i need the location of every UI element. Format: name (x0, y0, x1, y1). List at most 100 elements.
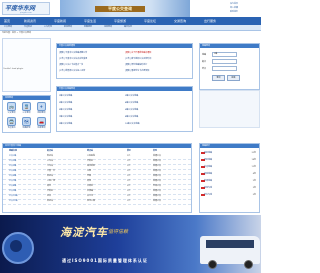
end-input[interactable] (212, 66, 237, 71)
tools-title: 常用查询 (3, 96, 50, 100)
table-row[interactable]: 公交11路 客运站 现河公园 1元 普通公交 (3, 199, 191, 205)
notice-item[interactable]: [通知] 部分线路临时绕行 (125, 63, 147, 66)
car-icon: 🚗 (37, 117, 46, 126)
stat-label[interactable]: 旅游专线 (204, 186, 212, 189)
tool-label: 火车查询 (22, 112, 31, 114)
column-header: 类型 (153, 150, 158, 152)
tool-map[interactable]: 🗺 地图搜索 (20, 117, 33, 131)
tool-train[interactable]: 🚆 火车查询 (20, 102, 33, 116)
subnav-flight[interactable]: 航班查询 (64, 25, 72, 30)
nav-services[interactable]: 出行服务 (204, 17, 216, 25)
bus-window (206, 240, 254, 248)
line-link[interactable]: 9路公交车线路 (59, 122, 72, 125)
line-link[interactable]: 4路公交车线路 (125, 101, 138, 104)
notice-item[interactable]: [公告] 平度市公交站点名称变更 (59, 57, 87, 60)
nav-news[interactable]: 新闻资讯 (24, 17, 36, 25)
subnav-coach[interactable]: 长途客运 (24, 25, 32, 30)
line-name[interactable]: 公交11路 (9, 199, 18, 204)
notice-item[interactable]: [公告] 新能源公交车投入运营 (59, 69, 85, 72)
tool-coach[interactable]: 🚍 长途客运 (5, 117, 18, 131)
line-link[interactable]: 7路公交车线路 (59, 115, 72, 118)
notice-item[interactable]: [通知] 关于开通新线路的通知 (125, 51, 151, 54)
field-label: 终点 (202, 68, 207, 70)
notice-item[interactable]: [通知] 公交IC卡充值点一览 (59, 63, 83, 66)
stat-label[interactable]: 长途线路 (204, 165, 212, 168)
notice-item[interactable]: [通知] 平度市公交线路调整公告 (59, 51, 87, 54)
plugin-placeholder (2, 38, 51, 92)
plugin-notice: Couldn't load plugin. (3, 68, 24, 70)
add-favorite-link[interactable]: 加入收藏 (230, 6, 238, 9)
field-label: 线路 (202, 54, 207, 56)
line-link[interactable]: 6路公交车线路 (125, 108, 138, 111)
plane-icon: ✈ (37, 102, 46, 111)
stat-count: 32条 (251, 152, 256, 154)
subnav-road[interactable]: 路况信息 (124, 25, 132, 30)
field-label: 起点 (202, 61, 207, 63)
nav-forum[interactable]: 平度论坛 (144, 17, 156, 25)
line-link[interactable]: 1路公交车线路 (59, 94, 72, 97)
query-title: 线路查询 (200, 44, 259, 48)
line-input[interactable]: 1路 (212, 52, 237, 57)
line-link[interactable]: 3路公交车线路 (59, 101, 72, 104)
stat-count: 12条 (251, 166, 256, 168)
tool-violation[interactable]: 🚗 违章查询 (35, 117, 48, 131)
notice-item[interactable]: [公告] 春节期间公交运营时间 (125, 57, 151, 60)
hot-lines-table: 本月平度热门线路 线路名称 起点站 终点站 票价 类型 公交1路 客运站 人民医… (2, 143, 192, 213)
route-query-panel: 线路查询 线路 1路 起点 终点 查询 换乘 (199, 43, 260, 90)
tool-flight[interactable]: ✈ 航班查询 (35, 102, 48, 116)
nav-home[interactable]: 首页 (4, 17, 10, 25)
nav-life[interactable]: 平度生活 (84, 17, 96, 25)
common-tools-panel: 常用查询 🚌 公交查询 🚆 火车查询 ✈ 航班查询 🚍 长途客运 🗺 地图搜索 … (2, 95, 51, 133)
line-stats-panel: 线路统计 城区线路 32条 郊区线路 18条 长途线路 12条 夜班线路 4条 … (199, 143, 260, 213)
stat-count: 9条 (252, 180, 256, 182)
notice-item[interactable]: [通知] 暑期学生卡办理须知 (125, 69, 149, 72)
start-stop: 客运站 (47, 200, 54, 202)
subnav-map[interactable]: 地图搜索 (84, 25, 92, 30)
stat-count: 4条 (252, 173, 256, 175)
start-input[interactable] (212, 59, 237, 64)
coach-icon: 🚍 (7, 117, 16, 126)
notice-panel: 平度公交最新通知 [通知] 平度市公交线路调整公告 [通知] 关于开通新线路的通… (56, 43, 193, 79)
stat-label[interactable]: 学生专线 (204, 193, 212, 196)
stat-count: 3条 (252, 187, 256, 189)
nav-local-news[interactable]: 平度新闻 (54, 17, 66, 25)
transfer-button[interactable]: 换乘 (227, 75, 240, 81)
subnav-train[interactable]: 火车时刻 (44, 25, 52, 30)
end-stop: 现河公园 (87, 200, 96, 202)
stat-label[interactable]: 郊区线路 (204, 158, 212, 161)
ad-slogan: 值得信赖 (108, 229, 129, 235)
bus-icon: 🚌 (7, 102, 16, 111)
column-header: 终点站 (87, 150, 94, 152)
subnav-bus[interactable]: 公交查询 (4, 25, 12, 30)
query-button[interactable]: 查询 (212, 75, 225, 81)
breadcrumb: 当前位置：首页 > 平度公交查询 (2, 32, 31, 34)
line-link[interactable]: 2路公交车线路 (125, 94, 138, 97)
ad-iso-line: 通过ISO9001国际质量管理体系认证 (62, 258, 148, 263)
tool-bus[interactable]: 🚌 公交查询 (5, 102, 18, 116)
lines-title: 平度公交线路查询 (57, 87, 192, 91)
main-nav: 首页 新闻资讯 平度新闻 平度生活 平度旅游 平度论坛 交通查询 出行服务 (0, 17, 261, 25)
contact-link[interactable]: 联系我们 (230, 10, 238, 13)
subnav-violation[interactable]: 违章查询 (104, 25, 112, 30)
line-link[interactable]: 10路公交车线路 (125, 122, 140, 125)
line-link[interactable]: 8路公交车线路 (125, 115, 138, 118)
fare: 1元 (127, 200, 131, 202)
tool-label: 航班查询 (37, 112, 46, 114)
tool-label: 公交查询 (7, 112, 16, 114)
tool-label: 地图搜索 (22, 127, 31, 129)
nav-traffic[interactable]: 交通查询 (174, 17, 186, 25)
stat-label[interactable]: 城区线路 (204, 151, 212, 154)
train-icon: 🚆 (22, 102, 31, 111)
ad-headline: 海淀汽车 (60, 226, 108, 239)
tool-label: 长途客运 (7, 127, 16, 129)
set-homepage-link[interactable]: 设为首页 (230, 2, 238, 5)
banner-title: 平度公交查询 (95, 6, 145, 12)
line-link[interactable]: 5路公交车线路 (59, 108, 72, 111)
stat-count: 5条 (252, 194, 256, 196)
bus-type: 普通公交 (153, 200, 162, 202)
column-header: 票价 (127, 150, 132, 152)
bus-wheel (244, 260, 253, 269)
stat-label[interactable]: 夜班线路 (204, 172, 212, 175)
nav-travel[interactable]: 平度旅游 (114, 17, 126, 25)
stat-label[interactable]: 空调线路 (204, 179, 212, 182)
